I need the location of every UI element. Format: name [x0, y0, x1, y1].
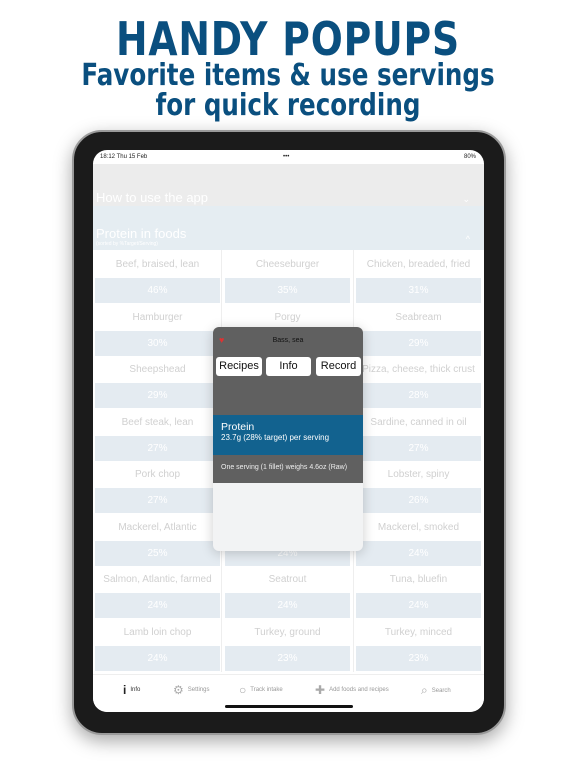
tab-track-intake[interactable]: ○ Track intake [239, 683, 283, 697]
food-percent[interactable]: 27% [95, 435, 220, 461]
food-percent[interactable]: 24% [95, 645, 220, 671]
food-percent[interactable]: 23% [225, 645, 350, 671]
battery-level: 80% [463, 154, 476, 160]
serving-info: One serving (1 fillet) weighs 4.6oz (Raw… [213, 455, 363, 483]
food-percent[interactable]: 25% [95, 540, 220, 566]
food-percent[interactable]: 27% [95, 488, 220, 513]
tab-label: Info [130, 687, 141, 693]
food-name[interactable]: Turkey, ground [225, 620, 350, 645]
tab-label: Settings [187, 687, 210, 693]
tab-settings[interactable]: ⚙ Settings [173, 683, 209, 697]
food-percent[interactable]: 30% [95, 330, 220, 356]
food-percent[interactable]: 29% [356, 330, 481, 356]
food-name[interactable]: Cheeseburger [225, 252, 350, 277]
info-button[interactable]: Info [266, 357, 311, 376]
food-name[interactable]: Porgy [225, 305, 350, 330]
food-name[interactable]: Lamb loin chop [95, 620, 220, 645]
nutrient-amount: 23.7g (28% target) per serving [221, 433, 330, 442]
section-protein[interactable]: Protein in foods (sorted by %Target/Serv… [93, 206, 484, 250]
food-name[interactable]: Beef, braised, lean [95, 252, 220, 277]
food-name[interactable]: Seabream [356, 305, 481, 330]
home-indicator[interactable] [225, 705, 353, 708]
circle-icon: ○ [239, 683, 247, 697]
record-button[interactable]: Record [316, 357, 361, 376]
food-percent[interactable]: 24% [356, 593, 481, 618]
status-bar: 18:12 Thu 15 Feb ••• 80% [93, 150, 484, 164]
food-percent[interactable]: 24% [95, 593, 220, 618]
food-name[interactable]: Chicken, breaded, fried [356, 252, 481, 277]
food-name[interactable]: Mackerel, smoked [356, 515, 481, 540]
tab-add-foods[interactable]: ✚ Add foods and recipes [315, 683, 389, 697]
food-percent[interactable]: 28% [356, 383, 481, 408]
food-percent[interactable]: 31% [356, 278, 481, 303]
food-popup: ♥ Bass, sea Recipes Info Record Protein … [213, 327, 363, 551]
food-name[interactable]: Turkey, minced [356, 620, 481, 645]
section-how-to-use[interactable]: How to use the app ⌄ [93, 164, 484, 206]
food-percent[interactable]: 23% [356, 645, 481, 671]
chevron-up-icon: ^ [465, 234, 470, 244]
search-icon: ⌕ [421, 683, 428, 697]
tab-bar: i Info ⚙ Settings ○ Track intake ✚ Add foods… [93, 674, 484, 712]
info-icon: i [123, 683, 127, 697]
multitask-dots[interactable]: ••• [283, 154, 289, 160]
food-name[interactable]: Sheepshead [95, 357, 220, 382]
food-percent[interactable]: 26% [356, 488, 481, 513]
food-name[interactable]: Sardine, canned in oil [356, 410, 481, 435]
food-name[interactable]: Salmon, Atlantic, farmed [95, 567, 220, 592]
food-percent[interactable]: 24% [356, 540, 481, 566]
food-name[interactable]: Lobster, spiny [356, 462, 481, 487]
section-subtitle: (sorted by %Target/Serving) [96, 241, 158, 247]
tab-label: Track intake [250, 687, 283, 693]
tab-search[interactable]: ⌕ Search [421, 683, 451, 698]
section-title: Protein in foods [96, 226, 187, 241]
food-name[interactable]: Pizza, cheese, thick crust [356, 357, 481, 382]
food-name[interactable]: Seatrout [225, 567, 350, 592]
food-percent[interactable]: 35% [225, 278, 350, 303]
tab-info[interactable]: i Info [123, 683, 140, 697]
nutrient-name: Protein [221, 421, 255, 433]
food-percent[interactable]: 24% [225, 593, 350, 618]
recipes-button[interactable]: Recipes [216, 357, 262, 376]
food-percent[interactable]: 29% [95, 383, 220, 408]
food-percent[interactable]: 46% [95, 278, 220, 303]
food-percent[interactable]: 27% [356, 435, 481, 461]
chevron-down-icon: ⌄ [462, 194, 470, 204]
status-time: 18:12 Thu 15 Feb [100, 154, 148, 160]
tab-label: Search [431, 687, 451, 694]
tab-label: Add foods and recipes [329, 687, 389, 693]
food-name[interactable]: Tuna, bluefin [356, 567, 481, 592]
gear-icon: ⚙ [173, 683, 184, 697]
food-name[interactable]: Beef steak, lean [95, 410, 220, 435]
food-name[interactable]: Hamburger [95, 305, 220, 330]
section-title: How to use the app [96, 190, 209, 205]
popup-title: Bass, sea [272, 337, 304, 344]
food-name[interactable]: Mackerel, Atlantic [95, 515, 220, 540]
headline-line2: for quick recording [155, 88, 421, 123]
app-screen: 18:12 Thu 15 Feb ••• 80% How to use the … [93, 150, 484, 712]
plus-icon: ✚ [315, 683, 326, 697]
food-name[interactable]: Pork chop [95, 462, 220, 487]
nutrient-summary: Protein 23.7g (28% target) per serving [213, 415, 363, 455]
